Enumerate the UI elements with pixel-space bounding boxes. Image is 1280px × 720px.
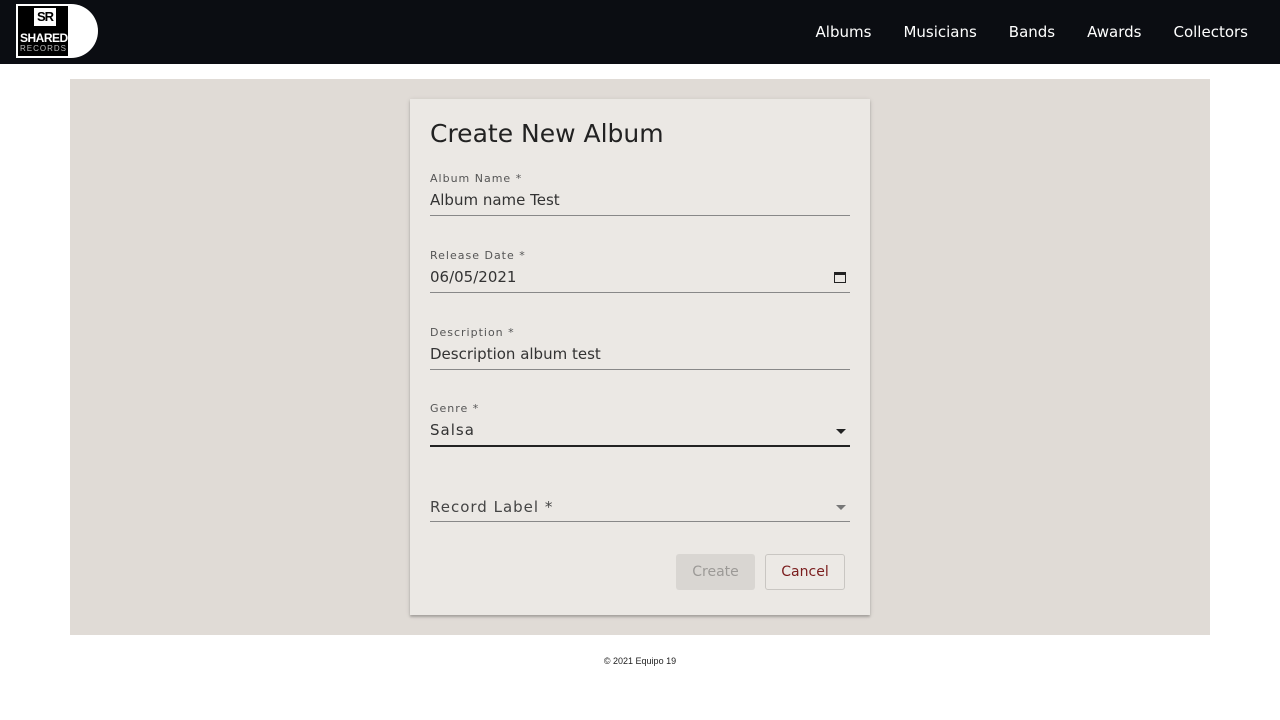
chevron-down-icon[interactable]: [836, 429, 846, 434]
release-date-underline: [430, 292, 850, 293]
description-field[interactable]: Description * Description album test: [430, 326, 850, 370]
record-label-field[interactable]: Record Label *: [430, 498, 850, 522]
top-navbar: SR SHARED RECORDS Albums Musicians Bands…: [0, 0, 1280, 64]
nav-musicians[interactable]: Musicians: [887, 23, 992, 41]
logo-shared-text: SHARED: [20, 31, 68, 45]
album-name-field[interactable]: Album Name * Album name Test: [430, 172, 850, 216]
release-date-label: Release Date *: [430, 249, 526, 262]
nav-albums[interactable]: Albums: [800, 23, 888, 41]
nav-collectors[interactable]: Collectors: [1157, 23, 1264, 41]
main-content: Create New Album Album Name * Album name…: [70, 79, 1210, 635]
chevron-down-icon[interactable]: [836, 505, 846, 510]
record-label-select[interactable]: Record Label *: [430, 498, 850, 518]
page-title: Create New Album: [430, 119, 664, 148]
logo-box: SR SHARED RECORDS: [16, 4, 70, 58]
genre-label: Genre *: [430, 402, 480, 415]
nav-bands[interactable]: Bands: [993, 23, 1071, 41]
nav-awards[interactable]: Awards: [1071, 23, 1157, 41]
logo-sr-text: SR: [34, 8, 56, 26]
album-name-label: Album Name *: [430, 172, 523, 185]
footer-copyright: © 2021 Equipo 19: [603, 656, 677, 666]
album-name-underline: [430, 215, 850, 216]
main-nav: Albums Musicians Bands Awards Collectors: [800, 0, 1264, 64]
release-date-field[interactable]: Release Date * 06/05/2021: [430, 249, 850, 293]
release-date-value: 06/05/2021: [430, 268, 517, 286]
genre-value: Salsa: [430, 421, 475, 439]
shared-records-logo[interactable]: SR SHARED RECORDS: [16, 4, 100, 60]
genre-field[interactable]: Genre * Salsa: [430, 402, 850, 447]
record-label-placeholder: Record Label *: [430, 498, 554, 516]
description-underline: [430, 369, 850, 370]
description-label: Description *: [430, 326, 515, 339]
description-input[interactable]: Description album test: [430, 345, 850, 365]
record-label-underline: [430, 521, 850, 522]
genre-underline: [430, 445, 850, 447]
create-album-card: Create New Album Album Name * Album name…: [410, 99, 870, 615]
genre-select[interactable]: Salsa: [430, 421, 850, 441]
create-button[interactable]: Create: [676, 554, 755, 590]
release-date-input[interactable]: 06/05/2021: [430, 268, 850, 288]
calendar-icon[interactable]: [834, 272, 846, 283]
logo-records-text: RECORDS: [20, 44, 68, 53]
cancel-button[interactable]: Cancel: [765, 554, 845, 590]
album-name-input[interactable]: Album name Test: [430, 191, 850, 211]
